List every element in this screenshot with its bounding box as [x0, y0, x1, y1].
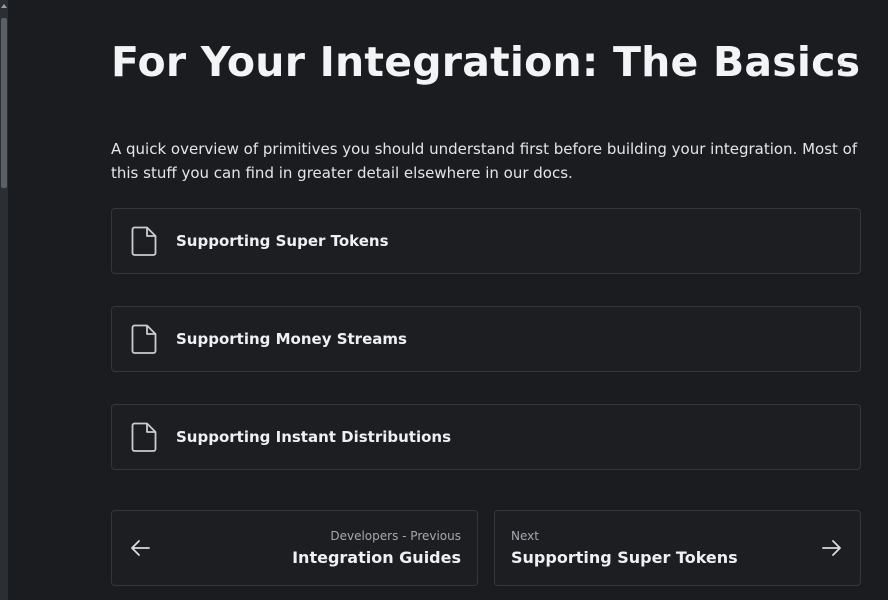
previous-title: Integration Guides — [292, 548, 461, 567]
scroll-up-arrow-icon[interactable] — [1, 4, 7, 8]
arrow-right-icon — [822, 540, 841, 556]
arrow-left-icon — [131, 540, 150, 556]
previous-page-link[interactable]: Developers - Previous Integration Guides — [111, 510, 478, 586]
card-label: Supporting Instant Distributions — [176, 428, 452, 446]
card-supporting-instant-distributions[interactable]: Supporting Instant Distributions — [111, 404, 861, 470]
page-description: A quick overview of primitives you shoul… — [111, 140, 858, 182]
more-vertical-icon — [839, 58, 843, 72]
card-supporting-money-streams[interactable]: Supporting Money Streams — [111, 306, 861, 372]
document-icon — [130, 421, 158, 453]
scrollbar[interactable] — [0, 0, 8, 600]
next-title: Supporting Super Tokens — [511, 548, 738, 567]
card-label: Supporting Super Tokens — [176, 232, 389, 250]
next-page-link[interactable]: Next Supporting Super Tokens — [494, 510, 861, 586]
document-icon — [130, 225, 158, 257]
more-options-button[interactable] — [830, 54, 852, 76]
page: For Your Integration: The Basics A quick… — [0, 0, 888, 600]
page-title: For Your Integration: The Basics — [111, 38, 861, 86]
scrollbar-thumb[interactable] — [1, 18, 7, 188]
next-caption: Next — [511, 529, 539, 543]
card-label: Supporting Money Streams — [176, 330, 407, 348]
card-supporting-super-tokens[interactable]: Supporting Super Tokens — [111, 208, 861, 274]
document-icon — [130, 323, 158, 355]
previous-caption: Developers - Previous — [330, 529, 461, 543]
